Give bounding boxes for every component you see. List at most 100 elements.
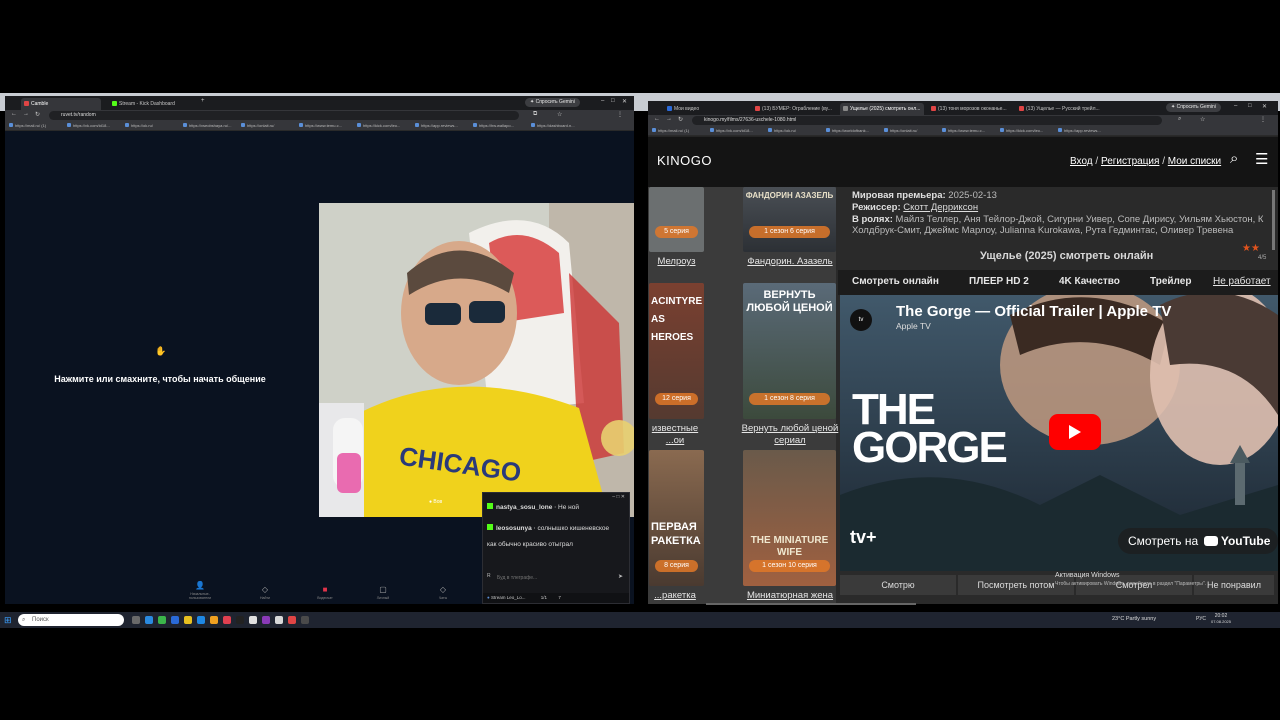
apple-tv-channel-icon[interactable]: tv	[850, 309, 872, 331]
bookmark-item[interactable]: https://ok.ru/	[125, 123, 153, 128]
poster-miniature-wife[interactable]: THE MINIATURE WIFE 1 сезон 10 серия	[743, 450, 836, 586]
bookmark-item[interactable]: https://vk.com/id18...	[710, 128, 753, 133]
taskbar-app-icon[interactable]	[210, 616, 218, 624]
tab-player-hd2[interactable]: ПЛЕЕР HD 2	[969, 276, 1029, 287]
taskbar-app-icon[interactable]	[249, 616, 257, 624]
director-link[interactable]: Скотт Дерриксон	[903, 202, 978, 213]
maximize-icon[interactable]: □	[1248, 103, 1252, 109]
poster-vernut[interactable]: ВЕРНУТЬ ЛЮБОЙ ЦЕНОЙ 1 сезон 8 серия	[743, 283, 836, 419]
kinogo-logo[interactable]: KINOGO	[657, 153, 712, 168]
bookmark-star-icon[interactable]: ☆	[1200, 116, 1205, 123]
right-url-field[interactable]: kinogo.my/films/27636-uschele-1080.html	[692, 116, 1162, 125]
weather-widget[interactable]: 23°C Partly sunny	[1112, 616, 1156, 622]
bookmark-item[interactable]: https://www.temu.c...	[299, 123, 342, 128]
nav-item[interactable]: ▢ Личный	[363, 585, 403, 600]
trailer-player[interactable]: tv The Gorge — Official Trailer | Apple …	[840, 295, 1278, 571]
poster-title[interactable]: известные ...ои	[645, 423, 705, 447]
nav-item[interactable]: ◇ Чаты	[423, 585, 463, 600]
menu-dots-icon[interactable]: ⋮	[617, 111, 623, 118]
reload-icon[interactable]: ↻	[678, 116, 683, 123]
tab-watch-online[interactable]: Смотреть онлайн	[852, 276, 939, 287]
watch-on-youtube-button[interactable]: Смотреть на YouTube	[1118, 528, 1278, 554]
poster-title[interactable]: Фандорин. Азазель	[740, 256, 840, 268]
poster-title[interactable]: Вернуть любой ценой сериал	[740, 423, 840, 447]
menu-dots-icon[interactable]: ⋮	[1260, 116, 1266, 123]
taskbar-app-icon[interactable]	[236, 616, 244, 624]
start-icon[interactable]: ⊞	[4, 615, 12, 626]
youtube-play-button[interactable]	[1049, 414, 1101, 450]
forward-icon[interactable]: →	[23, 111, 29, 117]
bookmark-item[interactable]: https://vseobshaya.ru/...	[183, 123, 231, 128]
taskbar-app-icon[interactable]	[275, 616, 283, 624]
taskbar-app-icon[interactable]	[158, 616, 166, 624]
nav-item[interactable]: ■ Видеочат	[305, 585, 345, 600]
zoom-icon[interactable]: ⌕	[1178, 116, 1181, 123]
new-tab-icon[interactable]: +	[201, 98, 205, 104]
poster-fandorin[interactable]: ФАНДОРИН АЗАЗЕЛЬ 1 сезон 6 серия	[743, 187, 836, 252]
nav-item[interactable]: 👤 Начальные-пользователи	[180, 581, 220, 600]
horizontal-scrollbar[interactable]	[706, 603, 916, 605]
bookmark-item[interactable]: https://mail.ru/ (1)	[9, 123, 46, 128]
extensions-icon[interactable]: ⧉	[533, 111, 537, 118]
bookmark-item[interactable]: https://onlait.ru/	[241, 123, 274, 128]
bookmark-item[interactable]: https://app.reviews...	[1058, 128, 1101, 133]
minimize-icon[interactable]: –	[1234, 103, 1237, 109]
taskbar-app-icon[interactable]	[262, 616, 270, 624]
bookmark-item[interactable]: https://app.reviews...	[415, 123, 458, 128]
close-icon[interactable]: ✕	[622, 98, 627, 105]
right-tab-5[interactable]: (13) Ущелье — Русский трейл...	[1016, 103, 1100, 115]
bookmark-star-icon[interactable]: ☆	[557, 111, 562, 118]
language-indicator[interactable]: РУС	[1196, 616, 1206, 622]
left-url-field[interactable]: ruvet.tv/random	[49, 111, 519, 120]
minimize-icon[interactable]: –	[601, 98, 604, 104]
bookmark-item[interactable]: https://www.temu.c...	[942, 128, 985, 133]
poster-title[interactable]: Мелроуз	[649, 256, 704, 268]
tab-trailer[interactable]: Трейлер	[1150, 276, 1191, 287]
taskbar-app-icon[interactable]	[223, 616, 231, 624]
poster-title[interactable]: ...ракетка	[645, 590, 705, 602]
nav-item[interactable]: ◇ Найти	[245, 585, 285, 600]
bookmark-item[interactable]: https://worldofbank...	[826, 128, 869, 133]
my-lists-link[interactable]: Мои списки	[1168, 156, 1221, 167]
reload-icon[interactable]: ↻	[35, 111, 40, 118]
tab-4k[interactable]: 4K Качество	[1059, 276, 1120, 287]
bookmark-item[interactable]: https://vk.com/id18...	[67, 123, 110, 128]
bookmark-item[interactable]: https://mail.ru/ (1)	[652, 128, 689, 133]
maximize-icon[interactable]: □	[611, 98, 615, 104]
left-tab-1[interactable]: Camble	[21, 98, 101, 110]
left-tab-2[interactable]: Stream - Kick Dashboard	[109, 98, 199, 110]
back-icon[interactable]: ←	[654, 116, 660, 122]
login-link[interactable]: Вход	[1070, 156, 1093, 167]
taskbar-app-icon[interactable]	[132, 616, 140, 624]
bookmark-item[interactable]: https://kick.com/leo...	[1000, 128, 1043, 133]
bookmark-item[interactable]: https://dashboard.n...	[531, 123, 575, 128]
trailer-title[interactable]: The Gorge — Official Trailer | Apple TV	[896, 303, 1171, 320]
bookmark-item[interactable]: https://onlait.ru/	[884, 128, 917, 133]
gemini-button[interactable]: ✦ Спросить Gemini	[525, 98, 580, 107]
taskbar-app-icon[interactable]	[171, 616, 179, 624]
gemini-button[interactable]: ✦ Спросить Gemini	[1166, 103, 1221, 112]
right-tab-1[interactable]: Мои видео	[664, 103, 748, 115]
send-icon[interactable]: ➤	[618, 573, 623, 580]
clock[interactable]: 20:02 07.08.2025	[1208, 613, 1234, 624]
back-icon[interactable]: ←	[11, 111, 17, 117]
start-chat-prompt[interactable]: Нажмите или смахните, чтобы начать общен…	[25, 374, 295, 384]
right-tab-3[interactable]: Ущелье (2025) смотреть онл...	[840, 103, 924, 115]
bookmark-item[interactable]: https://hw.wallapo...	[473, 123, 514, 128]
hamburger-menu-icon[interactable]: ☰	[1255, 150, 1268, 168]
taskbar-app-icon[interactable]	[301, 616, 309, 624]
chat-input[interactable]	[497, 573, 607, 582]
bookmark-item[interactable]: https://ok.ru/	[768, 128, 796, 133]
bookmark-item[interactable]: https://kick.com/leo...	[357, 123, 400, 128]
btn-watching[interactable]: Смотрю	[840, 575, 956, 595]
poster-melrose[interactable]: 5 серия	[649, 187, 704, 252]
chat-window-controls[interactable]: – □ ✕	[612, 494, 625, 500]
right-tab-2[interactable]: (13) БУМЕР: Ограбление (ву...	[752, 103, 836, 115]
tab-not-working[interactable]: Не работает	[1213, 276, 1278, 287]
poster-heroes[interactable]: ACINTYRE AS HEROES 12 серия	[649, 283, 704, 419]
forward-icon[interactable]: →	[666, 116, 672, 122]
taskbar-app-icon[interactable]	[197, 616, 205, 624]
taskbar-search[interactable]: ⌕ Поиск	[18, 614, 124, 626]
search-icon[interactable]: ⌕	[1230, 150, 1238, 167]
taskbar-app-icon[interactable]	[184, 616, 192, 624]
